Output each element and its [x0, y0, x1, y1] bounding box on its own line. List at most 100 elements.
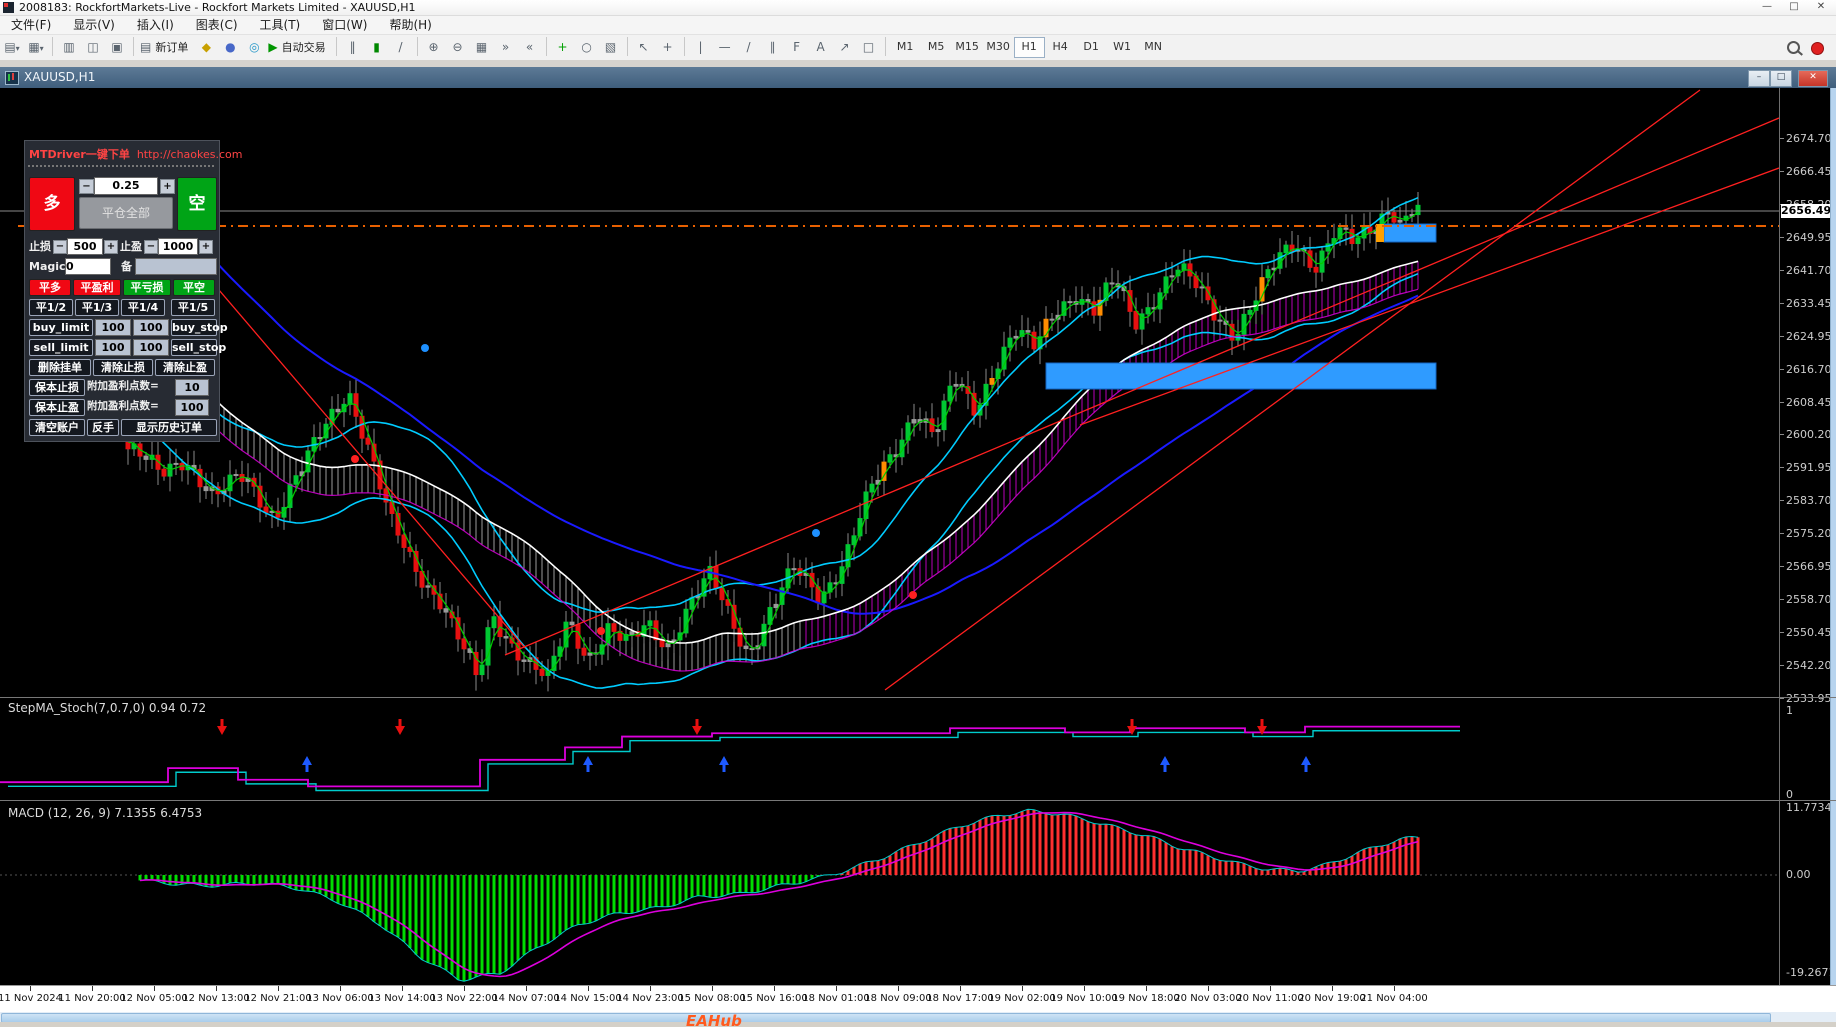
ea-tp-plus-button[interactable]: +	[199, 240, 213, 254]
toolbar-indicators-button[interactable]: +	[552, 37, 574, 58]
ea-close-short-button[interactable]: 平空	[173, 279, 215, 296]
menu-item-0[interactable]: 文件(F)	[0, 16, 62, 34]
ea-buy_stop-button[interactable]: buy_stop	[171, 319, 228, 336]
toolbar-history-center-button[interactable]: ◆	[195, 37, 217, 58]
menu-item-4[interactable]: 工具(T)	[249, 16, 312, 34]
ea-sl-minus-button[interactable]: −	[53, 240, 67, 254]
ea-buy_stop-points[interactable]: 100	[133, 319, 169, 336]
ea-sell_limit-button[interactable]: sell_limit	[29, 339, 93, 356]
ea-tp-value[interactable]: 1000	[158, 238, 198, 255]
ea-sell_limit-points[interactable]: 100	[95, 339, 131, 356]
ea-lot-plus-button[interactable]: +	[160, 179, 175, 194]
menu-item-6[interactable]: 帮助(H)	[378, 16, 442, 34]
toolbar-crosshair-button[interactable]: +	[657, 37, 679, 58]
ea-bottom-button[interactable]: 反手	[87, 419, 119, 436]
timeframe-h4[interactable]: H4	[1045, 37, 1076, 56]
ea-buy-button[interactable]: 多	[29, 177, 75, 231]
toolbar-fibonacci-button[interactable]: F	[786, 37, 808, 58]
toolbar-zoom-out-button[interactable]: ⊖	[447, 37, 469, 58]
timeframe-h1[interactable]: H1	[1013, 37, 1045, 58]
toolbar-channel-button[interactable]: ∥	[762, 37, 784, 58]
minimize-button[interactable]: —	[1754, 1, 1780, 14]
horizontal-scrollbar[interactable]	[0, 1012, 1836, 1023]
chart-restore-button[interactable]: □	[1770, 70, 1792, 87]
menu-item-5[interactable]: 窗口(W)	[311, 16, 378, 34]
ea-header-url[interactable]: http://chaokes.com	[130, 148, 243, 161]
ea-buy_limit-button[interactable]: buy_limit	[29, 319, 93, 336]
toolbar-tile-windows-button[interactable]: ▦	[471, 37, 493, 58]
ea-buy_limit-points[interactable]: 100	[95, 319, 131, 336]
timeframe-m15[interactable]: M15	[952, 37, 983, 56]
timeframe-m30[interactable]: M30	[983, 37, 1014, 56]
ea-close-fraction-button[interactable]: 平1/5	[171, 299, 215, 316]
pane-separator-2[interactable]	[0, 800, 1836, 801]
toolbar-templates-button[interactable]: ▧	[600, 37, 622, 58]
toolbar-new-chart-button[interactable]: ▤▾	[1, 37, 23, 58]
ea-breakeven-value[interactable]: 100	[175, 399, 209, 416]
toolbar-market-watch-button[interactable]: ▥	[58, 37, 80, 58]
ea-sell_stop-button[interactable]: sell_stop	[171, 339, 226, 356]
toolbar-chart-shift-button[interactable]: «	[519, 37, 541, 58]
toolbar-horizontal-line-button[interactable]: —	[714, 37, 736, 58]
ea-sl-value[interactable]: 500	[67, 238, 103, 255]
ea-breakeven-value[interactable]: 10	[175, 379, 209, 396]
ea-lot-minus-button[interactable]: −	[79, 179, 94, 194]
toolbar-data-window-button[interactable]: ◫	[82, 37, 104, 58]
ea-close-loss-button[interactable]: 平亏损	[123, 279, 171, 296]
toolbar-text-button[interactable]: A	[810, 37, 832, 58]
toolbar-arrow-tool-button[interactable]: ↗	[834, 37, 856, 58]
toolbar-zoom-in-button[interactable]: ⊕	[423, 37, 445, 58]
ea-manage-button[interactable]: 清除止盈	[155, 359, 215, 376]
chart-close-button[interactable]: ✕	[1798, 70, 1828, 87]
ea-close-fraction-button[interactable]: 平1/3	[75, 299, 119, 316]
toolbar-vertical-line-button[interactable]: |	[690, 37, 712, 58]
toolbar-trendline-button[interactable]: /	[738, 37, 760, 58]
ea-bottom-button[interactable]: 清空账户	[29, 419, 85, 436]
ea-manage-button[interactable]: 删除挂单	[29, 359, 91, 376]
price-axis[interactable]: 2674.702666.452658.202649.952641.702633.…	[1779, 88, 1835, 985]
menu-item-2[interactable]: 插入(I)	[126, 16, 185, 34]
toolbar-profiles-button[interactable]: ▦▾	[25, 37, 47, 58]
toolbar-news-button[interactable]: ◎	[243, 37, 265, 58]
pane-separator-1[interactable]	[0, 697, 1836, 698]
ea-sell_stop-points[interactable]: 100	[133, 339, 169, 356]
time-axis[interactable]: 11 Nov 2024 11 Nov 20:00 12 Nov 05:00 12 No…	[0, 985, 1836, 1013]
ea-close-fraction-button[interactable]: 平1/4	[121, 299, 165, 316]
toolbar-auto-scroll-button[interactable]: »	[495, 37, 517, 58]
ea-magic-value[interactable]: 0	[65, 258, 111, 275]
toolbar-auto-trading-button[interactable]: ▶ 自动交易	[267, 37, 330, 58]
ea-breakeven-button[interactable]: 保本止损	[29, 379, 85, 396]
ea-close-profit-button[interactable]: 平盈利	[73, 279, 121, 296]
timeframe-w1[interactable]: W1	[1107, 37, 1138, 56]
toolbar-bar-chart-button[interactable]: ‖	[342, 37, 364, 58]
toolbar-alerts-button[interactable]: ●	[219, 37, 241, 58]
timeframe-m5[interactable]: M5	[921, 37, 952, 56]
chart-minimize-button[interactable]: –	[1748, 70, 1770, 87]
ea-close-long-button[interactable]: 平多	[29, 279, 71, 296]
ea-manage-button[interactable]: 清除止损	[93, 359, 153, 376]
toolbar-candle-chart-button[interactable]: ▮	[366, 37, 388, 58]
toolbar-periods-button[interactable]: ○	[576, 37, 598, 58]
toolbar-new-order-button[interactable]: ▤ 新订单	[139, 37, 193, 58]
ea-breakeven-button[interactable]: 保本止盈	[29, 399, 85, 416]
toolbar-line-chart-button[interactable]: /	[390, 37, 412, 58]
chart-window-titlebar[interactable]: XAUUSD,H1 – □ ✕	[0, 67, 1836, 88]
timeframe-mn[interactable]: MN	[1138, 37, 1169, 56]
ea-sl-plus-button[interactable]: +	[104, 240, 118, 254]
ea-comment-field[interactable]	[135, 258, 217, 275]
toolbar-cursor-button[interactable]: ↖	[633, 37, 655, 58]
menu-item-3[interactable]: 图表(C)	[185, 16, 249, 34]
timeframe-m1[interactable]: M1	[890, 37, 921, 56]
close-button[interactable]: ✕	[1808, 1, 1834, 14]
ea-sell-button[interactable]: 空	[177, 177, 217, 231]
ea-tp-minus-button[interactable]: −	[144, 240, 158, 254]
ea-lot-value[interactable]: 0.25	[94, 177, 158, 195]
ea-close-all-button[interactable]: 平仓全部	[79, 197, 173, 229]
timeframe-d1[interactable]: D1	[1076, 37, 1107, 56]
price-chart-canvas[interactable]	[0, 88, 1779, 985]
ea-bottom-button[interactable]: 显示历史订单	[121, 419, 217, 436]
search-icon[interactable]	[1787, 41, 1800, 54]
menu-item-1[interactable]: 显示(V)	[62, 16, 126, 34]
toolbar-navigator-button[interactable]: ▣	[106, 37, 128, 58]
toolbar-shapes-button[interactable]: □	[858, 37, 880, 58]
